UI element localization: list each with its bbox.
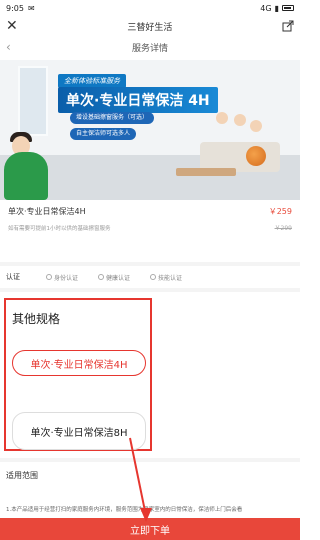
- battery-icon: [282, 5, 294, 11]
- scope-title: 适用范围: [6, 471, 38, 480]
- signal-icon: ▮: [274, 3, 279, 13]
- verification-label: 认证: [6, 273, 20, 281]
- hero-banner: 全新体验标准服务 单次·专业日常保洁 4H 增设基础擦窗服务（可选） 自主保洁师…: [0, 60, 300, 200]
- banner-family: [212, 112, 266, 152]
- service-info: 单次·专业日常保洁4H ￥259 如有需要可提前1小时以供的基础擦窗服务 ￥29…: [0, 206, 300, 232]
- check-circle-icon: [98, 274, 105, 280]
- order-now-button[interactable]: 立即下单: [0, 518, 300, 540]
- signal-label: 4G: [260, 3, 272, 13]
- banner-pill-2: 自主保洁师可选多人: [70, 128, 137, 140]
- banner-pill-1: 增设基础擦窗服务（可选）: [70, 112, 155, 124]
- verify-id: 身份认证: [46, 273, 78, 282]
- notification-icon: ✉: [27, 3, 35, 13]
- service-name: 单次·专业日常保洁4H: [8, 207, 86, 216]
- check-circle-icon: [46, 274, 52, 280]
- banner-headline: 单次·专业日常保洁 4H: [58, 87, 218, 113]
- app-bar: ✕ 三替好生活: [0, 16, 300, 36]
- verify-skill: 技能认证: [150, 273, 182, 282]
- check-circle-icon: [150, 274, 157, 280]
- share-icon[interactable]: [282, 20, 294, 32]
- spec-section: 其他规格 单次·专业日常保洁4H 单次·专业日常保洁8H: [4, 298, 152, 451]
- spec-title: 其他规格: [12, 312, 61, 326]
- spec-option-4h[interactable]: 单次·专业日常保洁4H: [12, 350, 146, 376]
- spec-option-8h[interactable]: 单次·专业日常保洁8H: [12, 412, 146, 450]
- banner-window: [18, 66, 48, 136]
- app-title: 三替好生活: [127, 22, 173, 33]
- banner-cleaner: [4, 152, 48, 200]
- scope-section: 适用范围: [0, 458, 300, 481]
- status-bar: 9:05 ✉ 4G ▮: [0, 0, 300, 16]
- page-header: ‹ 服务详情: [0, 36, 300, 58]
- verification-row: 认证 身份认证 健康认证 技能认证: [0, 262, 300, 292]
- banner-table: [176, 168, 236, 176]
- page-title: 服务详情: [131, 43, 168, 54]
- clock: 9:05: [6, 3, 24, 13]
- service-price: ￥259: [268, 207, 292, 216]
- service-note: 如有需要可提前1小时以供的基础擦窗服务: [8, 225, 111, 232]
- scope-text: 1.本产品适用于经营打扫的家庭服务内环境，服务范围为房家室内的日常保洁，保洁师上…: [6, 507, 243, 513]
- original-price: ￥299: [274, 225, 292, 232]
- close-icon[interactable]: ✕: [6, 19, 18, 33]
- banner-slogan: 全新体验标准服务: [58, 74, 126, 88]
- verify-health: 健康认证: [98, 273, 130, 282]
